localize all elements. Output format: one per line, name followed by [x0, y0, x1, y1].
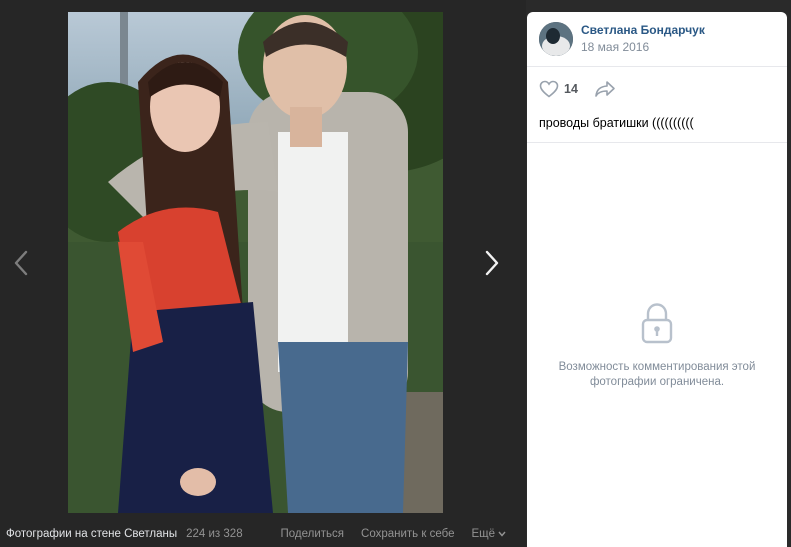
author-name-link[interactable]: Светлана Бондарчук: [581, 22, 705, 39]
share-link[interactable]: Поделиться: [281, 528, 345, 540]
photo-counter: 224 из 328: [186, 527, 243, 540]
author-info: Светлана Бондарчук 18 мая 2016: [581, 22, 705, 56]
avatar[interactable]: [539, 22, 573, 56]
divider: [527, 66, 787, 67]
chevron-down-icon: [498, 531, 506, 537]
photo-viewer: Фотографии на стене Светланы 224 из 328 …: [0, 0, 526, 547]
share-arrow-icon: [595, 81, 615, 97]
like-count: 14: [564, 82, 578, 96]
more-menu-button[interactable]: Ещё: [471, 528, 506, 540]
author-row: Светлана Бондарчук 18 мая 2016: [539, 22, 705, 56]
photo-caption: проводы братишки ((((((((((: [539, 116, 694, 130]
album-title-link[interactable]: Фотографии на стене Светланы: [6, 528, 177, 540]
more-label: Ещё: [471, 527, 495, 540]
like-button[interactable]: 14: [539, 80, 578, 98]
share-button[interactable]: [594, 80, 616, 98]
comments-locked: Возможность комментирования этой фотогра…: [527, 302, 787, 390]
post-actions: 14: [539, 80, 616, 98]
chevron-left-icon: [14, 250, 28, 276]
heart-icon: [539, 80, 559, 98]
lock-icon: [641, 303, 673, 344]
photo[interactable]: [68, 12, 443, 513]
chevron-right-icon: [485, 250, 499, 276]
post-date[interactable]: 18 мая 2016: [581, 39, 705, 56]
next-photo-button[interactable]: [477, 246, 507, 280]
photo-toolbar: Фотографии на стене Светланы 224 из 328 …: [0, 520, 526, 547]
save-link[interactable]: Сохранить к себе: [361, 528, 454, 540]
divider: [527, 142, 787, 143]
comments-locked-text: Возможность комментирования этой фотогра…: [558, 361, 756, 388]
previous-photo-button[interactable]: [6, 246, 36, 280]
post-panel: Светлана Бондарчук 18 мая 2016 14 провод…: [527, 12, 787, 547]
